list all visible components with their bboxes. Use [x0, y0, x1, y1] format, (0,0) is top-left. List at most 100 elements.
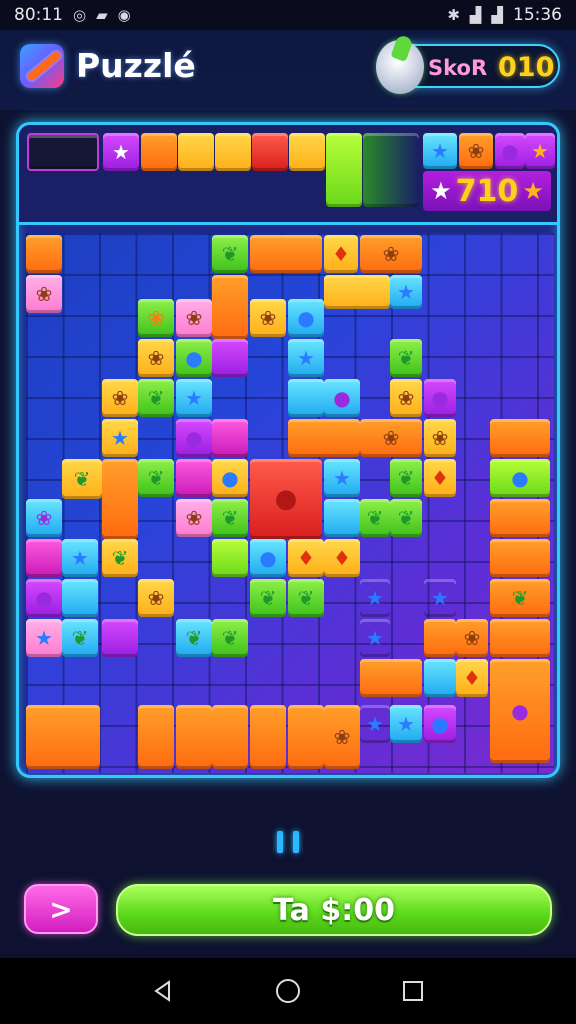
star-tile[interactable]: ★ [390, 275, 422, 309]
leaf-tile[interactable]: ❦ [250, 579, 286, 617]
star-tile[interactable]: ★ [360, 705, 390, 743]
tile[interactable] [26, 235, 62, 273]
drop-tile[interactable]: ♦ [288, 539, 324, 577]
leaf-tile[interactable]: ❦ [490, 579, 550, 617]
leaf-tile[interactable]: ❦ [62, 619, 98, 657]
leaf-tile[interactable]: ❦ [390, 339, 422, 377]
star-tile[interactable]: ★ [360, 619, 390, 657]
tile[interactable] [102, 619, 138, 657]
tile[interactable] [212, 275, 248, 339]
animal-tile[interactable]: ❀ [459, 133, 493, 169]
star-tile[interactable]: ★ [360, 579, 390, 617]
leaf-tile[interactable]: ❦ [390, 499, 422, 537]
leaf-tile[interactable]: ❦ [212, 619, 248, 657]
star-tile[interactable]: ★ [62, 539, 98, 577]
empty-slot[interactable] [27, 133, 99, 171]
animal-tile[interactable]: ❀ [26, 275, 62, 313]
tile[interactable] [250, 705, 286, 769]
star-tile[interactable]: ★ [324, 459, 360, 497]
tile[interactable] [490, 619, 550, 657]
blob-tile[interactable]: ● [424, 705, 456, 743]
animal-tile[interactable]: ❀ [102, 379, 138, 417]
pause-button[interactable] [268, 826, 308, 858]
blob-tile[interactable]: ● [288, 299, 324, 337]
star-tile[interactable]: ★ [102, 419, 138, 457]
tile[interactable] [324, 499, 360, 537]
tile[interactable]: ● [250, 459, 322, 539]
tile[interactable] [215, 133, 251, 171]
tile[interactable] [178, 133, 214, 171]
tile[interactable] [62, 579, 98, 617]
star-tile[interactable]: ★ [423, 133, 457, 169]
game-board[interactable]: ★ ★ ❀ ● ★ ★ 710 ★ ❦ ♦ ❀ ❀ ★ ❀ ❀ ❀ ● ❀ ● … [16, 122, 560, 778]
star-tile[interactable]: ★ [390, 705, 422, 743]
back-icon[interactable] [149, 977, 177, 1005]
tile[interactable] [212, 539, 248, 577]
tile[interactable] [424, 659, 456, 697]
leaf-tile[interactable]: ❦ [212, 235, 248, 273]
tile[interactable] [252, 133, 288, 171]
tile[interactable] [212, 419, 248, 457]
star-tile[interactable]: ★ [525, 133, 555, 169]
next-button[interactable]: > [24, 884, 98, 934]
animal-tile[interactable]: ❀ [138, 299, 174, 337]
animal-tile[interactable]: ❀ [250, 299, 286, 337]
star-tile[interactable]: ★ [26, 619, 62, 657]
animal-tile[interactable]: ❀ [176, 299, 212, 337]
tile[interactable] [138, 705, 174, 769]
leaf-tile[interactable]: ❦ [212, 499, 248, 537]
animal-tile[interactable]: ❀ [424, 419, 456, 457]
tile[interactable] [26, 705, 100, 769]
tile[interactable] [424, 619, 456, 657]
tile[interactable] [26, 539, 62, 577]
leaf-tile[interactable]: ❦ [102, 539, 138, 577]
tile[interactable] [176, 459, 212, 497]
star-tile[interactable]: ★ [424, 579, 456, 617]
tile[interactable] [324, 275, 390, 309]
tile[interactable] [176, 705, 212, 769]
tile[interactable] [490, 499, 550, 537]
blob-tile[interactable]: ● [212, 459, 248, 497]
animal-tile[interactable]: ❀ [176, 499, 212, 537]
recents-icon[interactable] [399, 977, 427, 1005]
star-tile[interactable]: ★ [176, 379, 212, 417]
drop-tile[interactable]: ♦ [324, 539, 360, 577]
blob-tile[interactable]: ● [176, 339, 212, 377]
tile[interactable] [212, 339, 248, 377]
blob-tile[interactable]: ● [176, 419, 212, 457]
blob-tile[interactable]: ● [490, 459, 550, 497]
tile[interactable] [490, 419, 550, 457]
play-button[interactable]: Ta $:00 [116, 884, 552, 936]
tile[interactable] [212, 705, 248, 769]
tile[interactable] [102, 459, 138, 539]
star-tile[interactable]: ★ [103, 133, 139, 171]
tile[interactable] [250, 235, 322, 273]
drop-tile[interactable]: ♦ [456, 659, 488, 697]
tile[interactable] [360, 659, 422, 697]
leaf-tile[interactable]: ❦ [176, 619, 212, 657]
blob-tile[interactable]: ● [324, 379, 360, 417]
drop-tile[interactable]: ♦ [424, 459, 456, 497]
tile[interactable] [326, 133, 362, 207]
blob-tile[interactable]: ● [424, 379, 456, 417]
animal-tile[interactable]: ❀ [138, 339, 174, 377]
animal-tile[interactable]: ❀ [138, 579, 174, 617]
animal-tile[interactable]: ❀ [26, 499, 62, 537]
animal-tile[interactable]: ❀ [390, 379, 422, 417]
animal-tile[interactable]: ❀ [360, 235, 422, 273]
blob-tile[interactable]: ● [495, 133, 525, 169]
blob-tile[interactable]: ● [490, 659, 550, 763]
tile[interactable] [288, 419, 360, 457]
star-tile[interactable]: ★ [288, 339, 324, 377]
tile[interactable] [289, 133, 325, 171]
leaf-tile[interactable]: ❦ [138, 379, 174, 417]
leaf-tile[interactable]: ❦ [390, 459, 422, 497]
tile[interactable] [288, 705, 324, 769]
tile-grid[interactable]: ❦ ♦ ❀ ❀ ★ ❀ ❀ ❀ ● ❀ ● ★ ❦ ❀ ❦ ★ ● ❀ ● ★ … [26, 233, 554, 773]
leaf-tile[interactable]: ❦ [360, 499, 390, 537]
home-icon[interactable] [274, 977, 302, 1005]
leaf-tile[interactable]: ❦ [288, 579, 324, 617]
leaf-tile[interactable]: ❦ [62, 459, 102, 499]
blob-tile[interactable]: ● [26, 579, 62, 617]
drop-tile[interactable]: ♦ [324, 235, 358, 273]
